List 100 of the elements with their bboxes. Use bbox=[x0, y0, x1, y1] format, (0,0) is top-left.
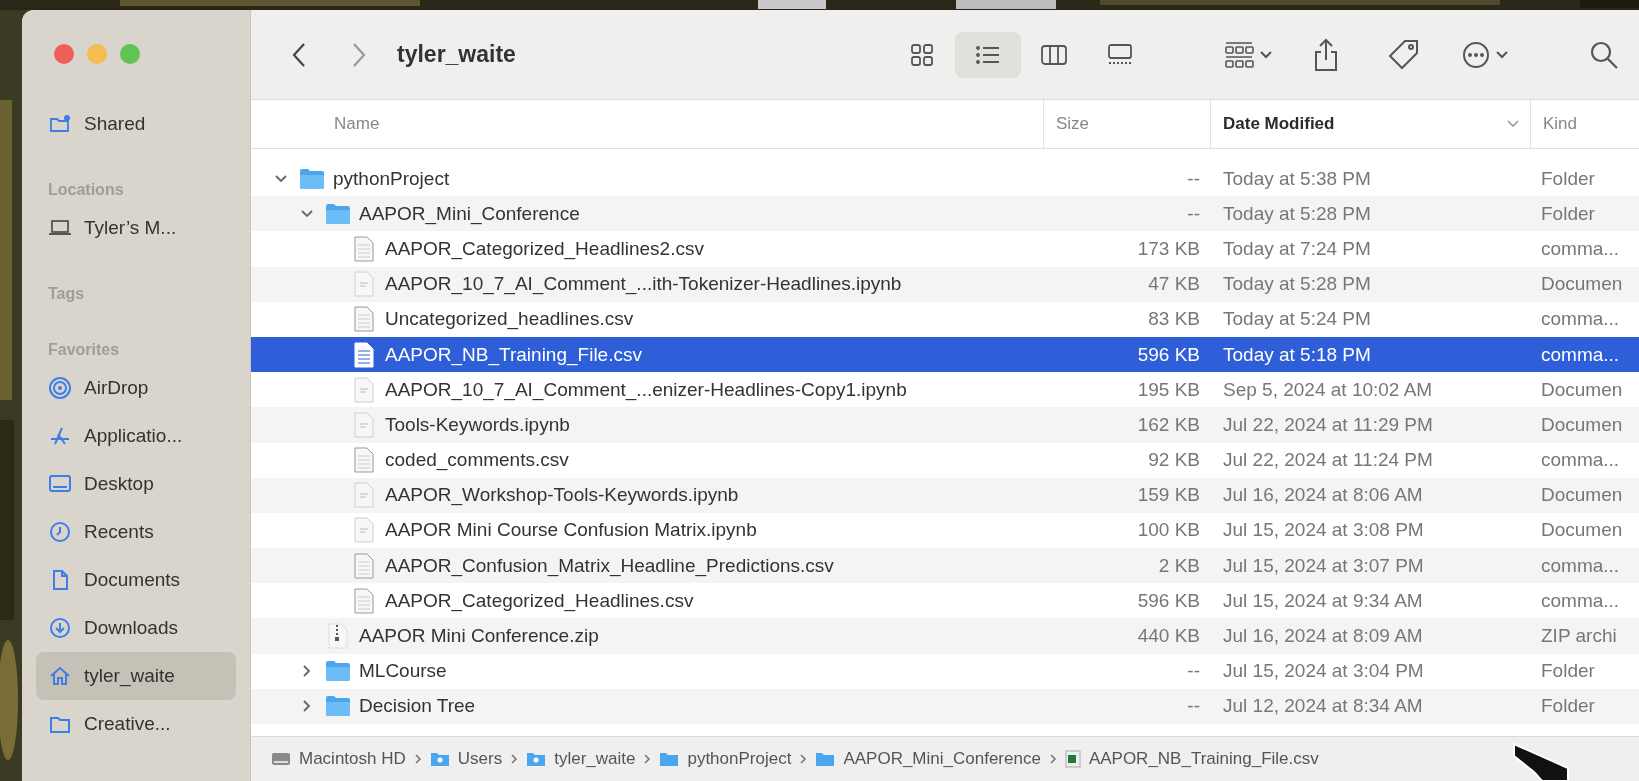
file-size: 159 KB bbox=[1137, 484, 1200, 507]
sidebar-item[interactable]: Creative... bbox=[36, 700, 236, 748]
file-size: -- bbox=[1187, 202, 1200, 225]
file-size: 195 KB bbox=[1137, 378, 1200, 401]
file-size: 440 KB bbox=[1137, 625, 1200, 648]
folder-icon bbox=[815, 751, 836, 767]
home-icon bbox=[48, 664, 72, 688]
file-name: AAPOR_Confusion_Matrix_Headline_Predictions.csv bbox=[385, 554, 834, 577]
file-row[interactable]: AAPOR_Workshop-Tools-Keywords.ipynb 159 KB Jul 16, 2024 at 8:06 AM Documen bbox=[251, 477, 1639, 513]
sidebar-item[interactable]: Documents bbox=[36, 556, 236, 604]
file-size: 92 KB bbox=[1148, 449, 1200, 472]
file-name: AAPOR_Mini_Conference bbox=[359, 202, 580, 225]
date-modified: Jul 16, 2024 at 8:06 AM bbox=[1223, 484, 1423, 507]
file-icon bbox=[354, 271, 374, 298]
file-row[interactable]: AAPOR Mini Conference.zip 440 KB Jul 16, 2024 at 8:09 AM ZIP archi bbox=[251, 618, 1639, 654]
file-kind: Documen bbox=[1541, 484, 1623, 507]
file-kind: comma... bbox=[1541, 237, 1620, 260]
file-kind: Documen bbox=[1541, 413, 1623, 436]
date-modified: Jul 15, 2024 at 3:04 PM bbox=[1223, 660, 1424, 683]
file-size: 162 KB bbox=[1137, 413, 1200, 436]
date-modified: Jul 16, 2024 at 8:09 AM bbox=[1223, 625, 1423, 648]
column-header[interactable]: Size bbox=[1043, 100, 1210, 148]
folder-icon bbox=[429, 751, 450, 767]
file-size: 173 KB bbox=[1137, 237, 1200, 260]
date-modified: Today at 5:28 PM bbox=[1223, 273, 1371, 296]
file-row[interactable]: AAPOR_NB_Training_File.csv 596 KB Today at 5:18 PM comma... bbox=[251, 336, 1639, 373]
file-kind: ZIP archi bbox=[1541, 625, 1617, 648]
file-name: Tools-Keywords.ipynb bbox=[385, 413, 570, 436]
chevron-right-icon bbox=[413, 753, 422, 765]
file-kind: Documen bbox=[1541, 378, 1623, 401]
file-name: MLCourse bbox=[359, 660, 447, 683]
path-item[interactable]: pythonProject bbox=[659, 749, 792, 769]
date-modified: Jul 15, 2024 at 9:34 AM bbox=[1223, 589, 1423, 612]
file-size: 596 KB bbox=[1137, 343, 1200, 366]
sidebar-item[interactable]: Downloads bbox=[36, 604, 236, 652]
date-modified: Today at 5:28 PM bbox=[1223, 202, 1371, 225]
file-row[interactable]: Decision Tree -- Jul 12, 2024 at 8:34 AM Folder bbox=[251, 688, 1639, 724]
file-icon bbox=[354, 447, 374, 474]
file-size: 47 KB bbox=[1148, 273, 1200, 296]
view-mode-button[interactable] bbox=[955, 31, 1021, 78]
chevron-right-icon bbox=[643, 753, 652, 765]
file-row[interactable]: Tools-Keywords.ipynb 162 KB Jul 22, 2024 at 11:29 PM Documen bbox=[251, 407, 1639, 443]
window-title: tyler_waite bbox=[397, 41, 516, 68]
column-header[interactable]: Date Modified bbox=[1210, 100, 1530, 148]
path-item[interactable]: AAPOR_NB_Training_File.csv bbox=[1064, 749, 1319, 769]
more-button[interactable] bbox=[1461, 39, 1509, 70]
airdrop-icon bbox=[48, 376, 72, 400]
folder-icon bbox=[325, 695, 351, 718]
section-heading: Tags bbox=[47, 284, 86, 304]
chevron-right-icon bbox=[510, 753, 519, 765]
path-item[interactable]: tyler_waite bbox=[526, 749, 636, 769]
chevron-icon bbox=[1495, 49, 1509, 60]
file-row[interactable]: AAPOR_Mini_Conference -- Today at 5:28 PM Folder bbox=[251, 196, 1639, 232]
date-modified: Sep 5, 2024 at 10:02 AM bbox=[1223, 378, 1433, 401]
spreadsheet-icon bbox=[1064, 750, 1081, 768]
cursor-icon bbox=[1512, 742, 1570, 781]
file-icon bbox=[354, 517, 374, 544]
sidebar-item[interactable]: tyler_waite bbox=[36, 652, 236, 700]
sidebar-item[interactable]: AirDrop bbox=[36, 364, 236, 412]
file-icon bbox=[354, 552, 374, 579]
folder-icon bbox=[325, 660, 351, 683]
share-icon[interactable] bbox=[1313, 37, 1339, 72]
folder-icon bbox=[659, 751, 680, 767]
file-name: Decision Tree bbox=[359, 695, 476, 718]
file-row[interactable]: AAPOR_Confusion_Matrix_Headline_Predictions.csv 2 KB Jul 15, 2024 at 3:07 PM comma... bbox=[251, 548, 1639, 584]
file-kind: comma... bbox=[1541, 308, 1620, 331]
tag-icon[interactable] bbox=[1387, 37, 1421, 72]
sidebar-item[interactable]: Recents bbox=[36, 508, 236, 556]
file-name: AAPOR Mini Conference.zip bbox=[359, 625, 599, 648]
path-item[interactable]: AAPOR_Mini_Conference bbox=[815, 749, 1041, 769]
sidebar-item[interactable]: Shared bbox=[36, 100, 236, 148]
path-item[interactable]: Macintosh HD bbox=[271, 749, 406, 769]
folder-icon bbox=[299, 167, 325, 190]
file-icon bbox=[354, 587, 374, 614]
column-header[interactable]: Name bbox=[251, 100, 1043, 148]
column-header[interactable]: Kind bbox=[1530, 100, 1639, 148]
file-size: 2 KB bbox=[1158, 554, 1200, 577]
file-name: pythonProject bbox=[333, 167, 450, 190]
sidebar-item[interactable]: Applicatio... bbox=[36, 412, 236, 460]
search-icon[interactable] bbox=[1589, 39, 1619, 70]
section-heading: Locations bbox=[47, 180, 125, 200]
file-icon bbox=[354, 235, 374, 262]
folder-icon bbox=[325, 202, 351, 225]
path-item[interactable]: Users bbox=[429, 749, 503, 769]
group-button[interactable] bbox=[1223, 39, 1273, 70]
sidebar-item[interactable]: Tyler’s M... bbox=[36, 204, 236, 252]
download-icon bbox=[48, 616, 72, 640]
file-name: Uncategorized_headlines.csv bbox=[385, 308, 634, 331]
file-name: AAPOR_10_7_AI_Comment_...enizer-Headlines-Copy1.ipynb bbox=[385, 378, 907, 401]
file-kind: Documen bbox=[1541, 273, 1623, 296]
file-name: AAPOR_Categorized_Headlines2.csv bbox=[385, 237, 704, 260]
file-icon bbox=[354, 482, 374, 509]
file-size: -- bbox=[1187, 695, 1200, 718]
file-name: AAPOR Mini Course Confusion Matrix.ipynb bbox=[385, 519, 757, 542]
date-modified: Jul 22, 2024 at 11:24 PM bbox=[1223, 449, 1433, 472]
chevron-icon bbox=[1259, 49, 1273, 60]
date-modified: Jul 15, 2024 at 3:08 PM bbox=[1223, 519, 1424, 542]
date-modified: Today at 5:38 PM bbox=[1223, 167, 1371, 190]
file-row[interactable]: AAPOR_10_7_AI_Comment_...ith-Tokenizer-Headlines.ipynb 47 KB Today at 5:28 PM Documen bbox=[251, 266, 1639, 302]
sidebar-item[interactable]: Desktop bbox=[36, 460, 236, 508]
